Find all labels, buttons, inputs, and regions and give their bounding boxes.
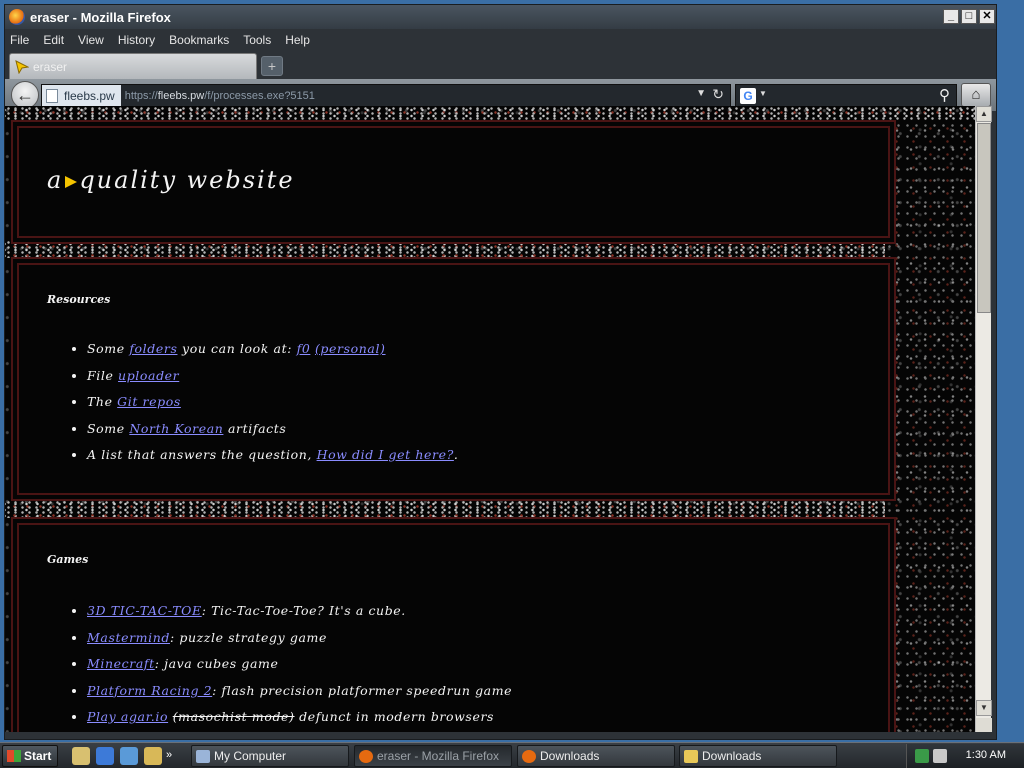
resources-list: Some folders you can look at: f0 (person… xyxy=(87,341,458,474)
scroll-up-button[interactable]: ▲ xyxy=(976,106,992,122)
home-button[interactable]: ⌂ xyxy=(961,83,991,107)
menu-history[interactable]: History xyxy=(118,33,155,47)
mastermind-link[interactable]: Mastermind xyxy=(87,630,170,645)
taskbar-downloads-firefox[interactable]: Downloads xyxy=(517,745,675,767)
media-player-icon[interactable] xyxy=(120,747,138,765)
system-tray: 1:30 AM xyxy=(906,744,1024,768)
list-item: Minecraft: java cubes game xyxy=(87,656,512,683)
new-tab-button[interactable]: + xyxy=(261,56,283,76)
taskbar-firefox[interactable]: eraser - Mozilla Firefox xyxy=(354,745,512,767)
list-item: Platform Racing 2: flash precision platf… xyxy=(87,683,512,710)
resize-grip-icon[interactable] xyxy=(976,718,992,732)
close-button[interactable]: ✕ xyxy=(979,9,995,24)
clock[interactable]: 1:30 AM xyxy=(966,749,1006,761)
tab-eraser[interactable]: eraser xyxy=(9,53,257,79)
taskbar-my-computer[interactable]: My Computer xyxy=(191,745,349,767)
search-engine-dropdown-icon[interactable]: ▼ xyxy=(759,89,767,98)
list-item: Some folders you can look at: f0 (person… xyxy=(87,341,458,368)
minimize-button[interactable]: _ xyxy=(943,9,959,24)
tic-tac-toe-link[interactable]: 3D TIC-TAC-TOE xyxy=(87,603,202,618)
maximize-button[interactable]: □ xyxy=(961,9,977,24)
folder-icon xyxy=(684,749,698,763)
window-title: eraser - Mozilla Firefox xyxy=(30,9,171,25)
platform-racing-link[interactable]: Platform Racing 2 xyxy=(87,683,212,698)
masochist-mode-text: (masochist mode) xyxy=(172,709,295,724)
windows-flag-icon xyxy=(7,750,21,762)
internet-explorer-icon[interactable] xyxy=(96,747,114,765)
personal-link[interactable]: (personal) xyxy=(315,341,386,356)
resources-box: Resources Some folders you can look at: … xyxy=(17,263,890,495)
firefox-downloads-icon xyxy=(522,749,536,763)
list-item: File uploader xyxy=(87,368,458,395)
identity-label: fleebs.pw xyxy=(64,88,115,103)
menu-bookmarks[interactable]: Bookmarks xyxy=(169,33,229,47)
menu-file[interactable]: File xyxy=(10,33,29,47)
search-bar[interactable]: G ▼ ⚲ xyxy=(735,84,957,107)
firefox-icon xyxy=(359,749,373,763)
uploader-link[interactable]: uploader xyxy=(118,368,179,383)
title-bar[interactable]: eraser - Mozilla Firefox _ □ ✕ xyxy=(5,5,996,29)
how-did-i-get-here-link[interactable]: How did I get here? xyxy=(317,447,454,462)
menu-tools[interactable]: Tools xyxy=(243,33,271,47)
list-item: The Git repos xyxy=(87,394,458,421)
network-icon[interactable] xyxy=(915,749,929,763)
background-speckle xyxy=(885,120,975,732)
tab-label: eraser xyxy=(33,59,68,74)
page-content: aquality website Resources Some folders … xyxy=(5,106,975,732)
minecraft-link[interactable]: Minecraft xyxy=(87,656,155,671)
git-repos-link[interactable]: Git repos xyxy=(117,394,181,409)
games-box: Games 3D TIC-TAC-TOE: Tic-Tac-Toe-Toe? I… xyxy=(17,523,890,732)
list-item: Some North Korean artifacts xyxy=(87,421,458,448)
search-icon[interactable]: ⚲ xyxy=(939,86,950,104)
google-icon[interactable]: G xyxy=(740,88,756,104)
explorer-icon[interactable] xyxy=(144,747,162,765)
games-list: 3D TIC-TAC-TOE: Tic-Tac-Toe-Toe? It's a … xyxy=(87,603,512,732)
site-title: a quality website xyxy=(47,166,295,194)
menu-help[interactable]: Help xyxy=(285,33,310,47)
menu-edit[interactable]: Edit xyxy=(43,33,64,47)
url-text[interactable]: https://fleebs.pw/f/processes.exe?5151 xyxy=(125,90,315,102)
vertical-scrollbar[interactable]: ▲ ▼ xyxy=(975,106,992,732)
north-korean-link[interactable]: North Korean xyxy=(129,421,223,436)
url-dropdown-icon[interactable]: ▼ xyxy=(696,88,706,99)
agar-io-link[interactable]: Play agar.io xyxy=(87,709,168,724)
page-icon xyxy=(46,88,58,103)
scroll-thumb[interactable] xyxy=(977,123,991,313)
list-item: Play agar.io (masochist mode) defunct in… xyxy=(87,709,512,732)
games-heading: Games xyxy=(47,553,89,566)
taskbar-downloads-folder[interactable]: Downloads xyxy=(679,745,837,767)
reload-icon[interactable]: ↻ xyxy=(712,86,724,103)
folders-link[interactable]: folders xyxy=(129,341,177,356)
show-desktop-icon[interactable] xyxy=(72,747,90,765)
back-button[interactable]: ← xyxy=(11,81,39,109)
url-bar[interactable]: fleebs.pw https://fleebs.pw/f/processes.… xyxy=(41,84,731,107)
background-speckle xyxy=(5,240,885,258)
scroll-down-button[interactable]: ▼ xyxy=(976,700,992,716)
menu-view[interactable]: View xyxy=(78,33,104,47)
background-speckle xyxy=(5,106,975,120)
tab-strip: eraser + xyxy=(5,51,996,79)
cursor-icon xyxy=(65,175,78,188)
firefox-icon xyxy=(9,9,25,25)
site-identity-button[interactable]: fleebs.pw xyxy=(42,85,121,106)
quicklaunch-overflow-icon[interactable]: » xyxy=(166,747,176,765)
list-item: 3D TIC-TAC-TOE: Tic-Tac-Toe-Toe? It's a … xyxy=(87,603,512,630)
header-box: a quality website xyxy=(17,126,890,238)
computer-icon xyxy=(196,749,210,763)
background-speckle xyxy=(5,500,885,518)
menu-bar: File Edit View History Bookmarks Tools H… xyxy=(5,29,996,51)
volume-icon[interactable] xyxy=(933,749,947,763)
start-button[interactable]: Start xyxy=(2,745,58,767)
taskbar: Start » My Computer eraser - Mozilla Fir… xyxy=(0,742,1024,768)
list-item: A list that answers the question, How di… xyxy=(87,447,458,474)
f0-link[interactable]: f0 xyxy=(297,341,311,356)
resources-heading: Resources xyxy=(47,293,111,306)
yellow-cursor-icon xyxy=(15,59,29,74)
list-item: Mastermind: puzzle strategy game xyxy=(87,630,512,657)
